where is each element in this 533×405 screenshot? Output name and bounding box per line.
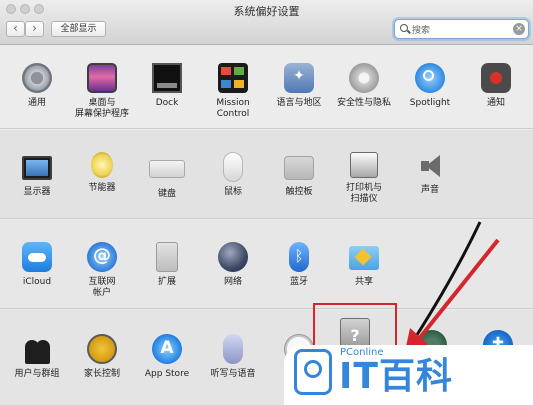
mouse-icon [223, 152, 243, 182]
pref-label: 安全性与隐私 [336, 98, 391, 108]
spotlight-icon [415, 63, 445, 93]
pref-label: 互联网 帐户 [88, 277, 116, 298]
pref-extensions[interactable]: 扩展 [135, 242, 199, 288]
speaker-icon [418, 152, 442, 180]
pref-label: 语言与地区 [276, 98, 322, 108]
pref-dictation-speech[interactable]: 听写与语音 [201, 334, 265, 380]
pref-label: 节能器 [88, 183, 116, 193]
pref-sound[interactable]: 声音 [398, 152, 462, 196]
globe-flag-icon [284, 63, 314, 93]
pref-label: Spotlight [409, 98, 451, 108]
pref-users-groups[interactable]: 用户与群组 [5, 334, 69, 380]
pref-label: 声音 [420, 185, 439, 195]
pref-label: 键盘 [157, 189, 176, 199]
system-preferences-window: 系统偏好设置 ‹ › 全部显示 搜索 × 通用 桌面与 屏幕保护程序 Dock [0, 0, 533, 405]
back-button[interactable]: ‹ [6, 21, 25, 37]
dock-icon [152, 63, 182, 93]
pref-label: Dock [155, 98, 179, 108]
microphone-icon [223, 334, 243, 364]
watermark-logo: PConline IT百科 [284, 345, 533, 405]
pref-label: iCloud [22, 277, 52, 287]
pref-label: 听写与语音 [210, 369, 256, 379]
preferences-row-2: 显示器 节能器 键盘 鼠标 触控板 打印机与 扫描仪 声音 [0, 130, 533, 218]
pref-security-privacy[interactable]: 安全性与隐私 [332, 63, 396, 109]
pref-label: 通知 [486, 98, 505, 108]
pref-label: 家长控制 [83, 369, 120, 379]
pref-mouse[interactable]: 鼠标 [201, 152, 265, 198]
users-icon [22, 334, 52, 364]
row-separator [0, 128, 533, 129]
window-title: 系统偏好设置 [233, 5, 300, 18]
pref-label: 触控板 [285, 187, 313, 197]
keyboard-icon [149, 160, 185, 178]
pref-notifications[interactable]: 通知 [464, 63, 528, 109]
parental-controls-icon [87, 334, 117, 364]
pref-label: 鼠标 [223, 187, 242, 197]
pref-icloud[interactable]: iCloud [5, 242, 69, 288]
clear-search-icon[interactable]: × [513, 23, 525, 35]
show-all-button[interactable]: 全部显示 [51, 21, 106, 37]
desktop-icon [87, 63, 117, 93]
row-separator [0, 218, 533, 219]
pref-label: 共享 [354, 277, 373, 287]
preferences-row-1: 通用 桌面与 屏幕保护程序 Dock Mission Control 语言与地区… [0, 45, 533, 128]
notifications-icon [481, 63, 511, 93]
icloud-icon [22, 242, 52, 272]
puzzle-icon [156, 242, 178, 272]
pref-displays[interactable]: 显示器 [5, 152, 69, 198]
pref-general[interactable]: 通用 [5, 63, 69, 109]
pref-sharing[interactable]: 共享 [332, 242, 396, 288]
search-icon [400, 24, 408, 32]
pref-desktop-screensaver[interactable]: 桌面与 屏幕保护程序 [70, 63, 134, 120]
pref-label: 扩展 [157, 277, 176, 287]
house-lock-icon [349, 63, 379, 93]
pref-label: 桌面与 屏幕保护程序 [74, 98, 129, 119]
pref-dock[interactable]: Dock [135, 63, 199, 109]
bluetooth-icon [289, 242, 309, 272]
forward-button[interactable]: › [25, 21, 44, 37]
gear-icon [22, 63, 52, 93]
pref-energy-saver[interactable]: 节能器 [70, 152, 134, 194]
pref-internet-accounts[interactable]: 互联网 帐户 [70, 242, 134, 299]
pref-trackpad[interactable]: 触控板 [267, 152, 331, 198]
pref-printers-scanners[interactable]: 打印机与 扫描仪 [332, 152, 396, 205]
network-globe-icon [218, 242, 248, 272]
printer-icon [350, 152, 378, 178]
search-field[interactable]: 搜索 × [394, 19, 529, 39]
pref-parental-controls[interactable]: 家长控制 [70, 334, 134, 380]
row-separator [0, 308, 533, 309]
pref-label: 网络 [223, 277, 242, 287]
pref-bluetooth[interactable]: 蓝牙 [267, 242, 331, 288]
watermark-big-text: IT百科 [339, 356, 453, 397]
pref-network[interactable]: 网络 [201, 242, 265, 288]
preferences-row-3: iCloud 互联网 帐户 扩展 网络 蓝牙 共享 [0, 220, 533, 308]
pref-label: Mission Control [216, 98, 250, 119]
pref-language-region[interactable]: 语言与地区 [267, 63, 331, 109]
pref-label: App Store [144, 369, 190, 379]
app-store-icon [152, 334, 182, 364]
pref-label: 用户与群组 [14, 369, 60, 379]
pref-app-store[interactable]: App Store [135, 334, 199, 380]
display-icon [22, 156, 52, 180]
at-sign-icon [87, 242, 117, 272]
pref-label: 通用 [27, 98, 46, 108]
pref-label: 显示器 [23, 187, 51, 197]
pref-spotlight[interactable]: Spotlight [398, 63, 462, 109]
title-bar: 系统偏好设置 ‹ › 全部显示 搜索 × [0, 0, 533, 45]
pconline-logo-icon [294, 349, 332, 395]
pref-label: 打印机与 扫描仪 [345, 183, 382, 204]
sharing-folder-icon [349, 246, 379, 270]
trackpad-icon [284, 156, 314, 180]
pref-mission-control[interactable]: Mission Control [201, 63, 265, 120]
search-placeholder: 搜索 [412, 26, 431, 36]
lightbulb-icon [91, 152, 113, 178]
pref-label: 蓝牙 [289, 277, 308, 287]
mission-control-icon [218, 63, 248, 93]
pref-keyboard[interactable]: 键盘 [135, 152, 199, 200]
